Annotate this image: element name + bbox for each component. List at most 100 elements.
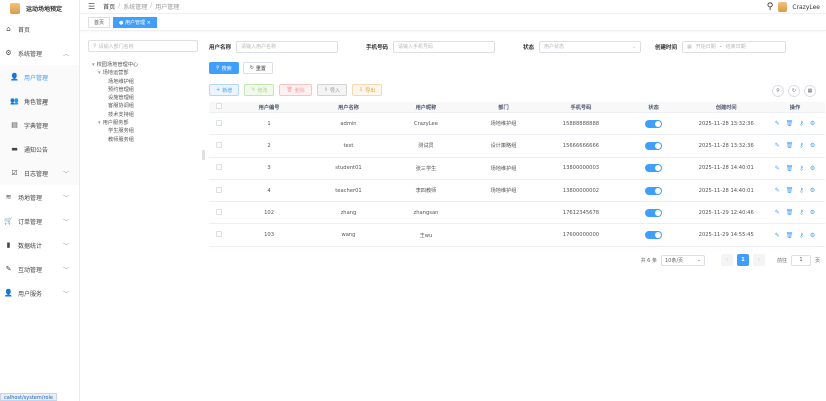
- sidebar-item-dict[interactable]: ▤ 字典管理: [0, 113, 79, 137]
- edit-icon[interactable]: ✎: [775, 209, 780, 216]
- toggle-switch[interactable]: [645, 164, 663, 173]
- search-icon[interactable]: ⚲: [767, 2, 774, 12]
- page-jump-input[interactable]: 1: [790, 254, 811, 266]
- trash-icon: 🗑: [286, 87, 293, 93]
- toggle-switch[interactable]: [645, 231, 663, 240]
- reset-button[interactable]: ↻ 重置: [242, 62, 273, 74]
- more-icon[interactable]: ⚙: [810, 120, 815, 127]
- sidebar-item-logs[interactable]: ☑ 日志管理 ﹀: [0, 161, 79, 185]
- trash-icon[interactable]: 🗑: [786, 232, 794, 239]
- more-icon[interactable]: ⚙: [810, 165, 815, 172]
- key-icon[interactable]: ⚷: [799, 142, 803, 149]
- toggle-switch[interactable]: [645, 119, 663, 128]
- tag-home[interactable]: 首页: [88, 17, 111, 28]
- toggle-switch[interactable]: [645, 141, 663, 150]
- key-icon[interactable]: ⚷: [799, 187, 803, 194]
- key-icon[interactable]: ⚷: [799, 120, 803, 127]
- columns-icon[interactable]: ▦: [804, 85, 816, 97]
- key-icon[interactable]: ⚷: [799, 165, 803, 172]
- status-switch[interactable]: [620, 208, 688, 217]
- breadcrumb-home[interactable]: 首页: [103, 2, 115, 11]
- cell-created: 2025-11-28 14:40:01: [698, 165, 754, 172]
- sidebar-item-system[interactable]: ⚙ 系统管理 ︿: [0, 41, 79, 65]
- sidebar-item-orders[interactable]: 🛒 订单管理 ﹀: [0, 209, 79, 233]
- tree-node[interactable]: ▾ 校园场地管理中心: [88, 61, 198, 69]
- sidebar-item-fields[interactable]: ≋ 场地管理 ﹀: [0, 185, 79, 209]
- status-select[interactable]: 用户状态 ⌄: [539, 40, 642, 53]
- page-size-select[interactable]: 10条/页 ⌄: [660, 254, 705, 266]
- edit-icon[interactable]: ✎: [775, 165, 780, 172]
- tree-node[interactable]: 教师服务组: [88, 136, 198, 144]
- breadcrumb-system: 系统管理: [123, 4, 148, 11]
- sidebar-item-home[interactable]: ⌂ 首页: [0, 17, 79, 41]
- toggle-switch[interactable]: [645, 208, 663, 217]
- row-checkbox[interactable]: [209, 208, 228, 217]
- row-checkbox[interactable]: [209, 119, 228, 128]
- trash-icon[interactable]: 🗑: [786, 120, 794, 127]
- tree-node[interactable]: 场地维护组: [88, 78, 198, 86]
- toggle-switch[interactable]: [645, 186, 663, 195]
- sidebar-item-users[interactable]: 👤 用户管理: [0, 65, 79, 89]
- export-button[interactable]: ⇩ 导出: [352, 84, 383, 96]
- tree-node[interactable]: 学生服务组: [88, 127, 198, 135]
- row-checkbox[interactable]: [209, 186, 228, 195]
- page-1-button[interactable]: 1: [736, 254, 749, 266]
- tag-users[interactable]: ● 用户管理 ×: [113, 17, 157, 28]
- row-checkbox[interactable]: [209, 231, 228, 239]
- dept-search-input[interactable]: ⚲ 请输入部门名称: [88, 40, 198, 52]
- key-icon[interactable]: ⚷: [799, 209, 803, 216]
- splitter-handle[interactable]: [202, 150, 205, 160]
- avatar[interactable]: [778, 2, 788, 12]
- sidebar-item-roles[interactable]: 👥 角色管理 ☝: [0, 89, 79, 113]
- more-icon[interactable]: ⚙: [810, 187, 815, 194]
- trash-icon[interactable]: 🗑: [786, 165, 794, 172]
- date-range-picker[interactable]: ▦ 开始日期 - 结束日期: [682, 40, 787, 53]
- tree-node[interactable]: 预约管理组: [88, 86, 198, 94]
- edit-icon[interactable]: ✎: [775, 120, 780, 127]
- status-switch[interactable]: [620, 231, 688, 240]
- hamburger-icon[interactable]: ☰: [88, 2, 95, 11]
- status-switch[interactable]: [620, 119, 688, 128]
- close-icon[interactable]: ×: [147, 20, 151, 26]
- tree-node[interactable]: ▾ 场地运营部: [88, 69, 198, 77]
- next-page-button[interactable]: ›: [752, 254, 765, 266]
- username[interactable]: CrazyLee: [792, 4, 820, 11]
- search-button[interactable]: ⚲ 搜索: [209, 62, 239, 74]
- refresh-icon[interactable]: ↻: [788, 85, 800, 97]
- more-icon[interactable]: ⚙: [810, 209, 815, 216]
- sidebar-item-notice[interactable]: ▬ 通知公告: [0, 137, 79, 161]
- username-input[interactable]: 请输入用户名称: [236, 40, 339, 53]
- add-button[interactable]: + 新增: [209, 84, 240, 96]
- trash-icon[interactable]: 🗑: [786, 209, 794, 216]
- key-icon[interactable]: ⚷: [799, 232, 803, 239]
- prev-page-button[interactable]: ‹: [720, 254, 733, 266]
- delete-button[interactable]: 🗑 删除: [279, 84, 312, 96]
- edit-icon[interactable]: ✎: [775, 232, 780, 239]
- edit-icon[interactable]: ✎: [775, 187, 780, 194]
- row-checkbox[interactable]: [209, 141, 228, 150]
- tree-node[interactable]: 客服协调组: [88, 102, 198, 110]
- status-switch[interactable]: [620, 141, 688, 150]
- app-logo[interactable]: 运动场地预定: [0, 1, 79, 15]
- sidebar-item-stats[interactable]: ▮ 数据统计 ﹀: [0, 233, 79, 257]
- trash-icon[interactable]: 🗑: [786, 187, 794, 194]
- status-switch[interactable]: [620, 186, 688, 195]
- edit-icon[interactable]: ✎: [775, 142, 780, 149]
- tree-node[interactable]: 技术支持组: [88, 111, 198, 119]
- select-all-checkbox[interactable]: [209, 103, 228, 111]
- cell-user-id: 3: [267, 165, 271, 172]
- phone-input[interactable]: 请输入手机号码: [393, 40, 496, 53]
- more-icon[interactable]: ⚙: [810, 142, 815, 149]
- row-checkbox[interactable]: [209, 164, 228, 172]
- trash-icon[interactable]: 🗑: [786, 142, 794, 149]
- import-button[interactable]: ⇧ 导入: [316, 84, 348, 96]
- tree-node[interactable]: ▾ 用户服务部: [88, 119, 198, 127]
- status-switch[interactable]: [620, 164, 688, 173]
- toggle-search-icon[interactable]: ⚲: [772, 85, 784, 97]
- sidebar-item-user-service[interactable]: 👤 用户服务 ﹀: [0, 281, 79, 305]
- sidebar-item-interaction[interactable]: ✎ 互动管理 ﹀: [0, 257, 79, 281]
- tags-view: 首页 ● 用户管理 ×: [80, 15, 826, 31]
- more-icon[interactable]: ⚙: [810, 232, 815, 239]
- tree-node[interactable]: 设施管理组: [88, 94, 198, 102]
- edit-button[interactable]: ✎ 修改: [244, 84, 275, 96]
